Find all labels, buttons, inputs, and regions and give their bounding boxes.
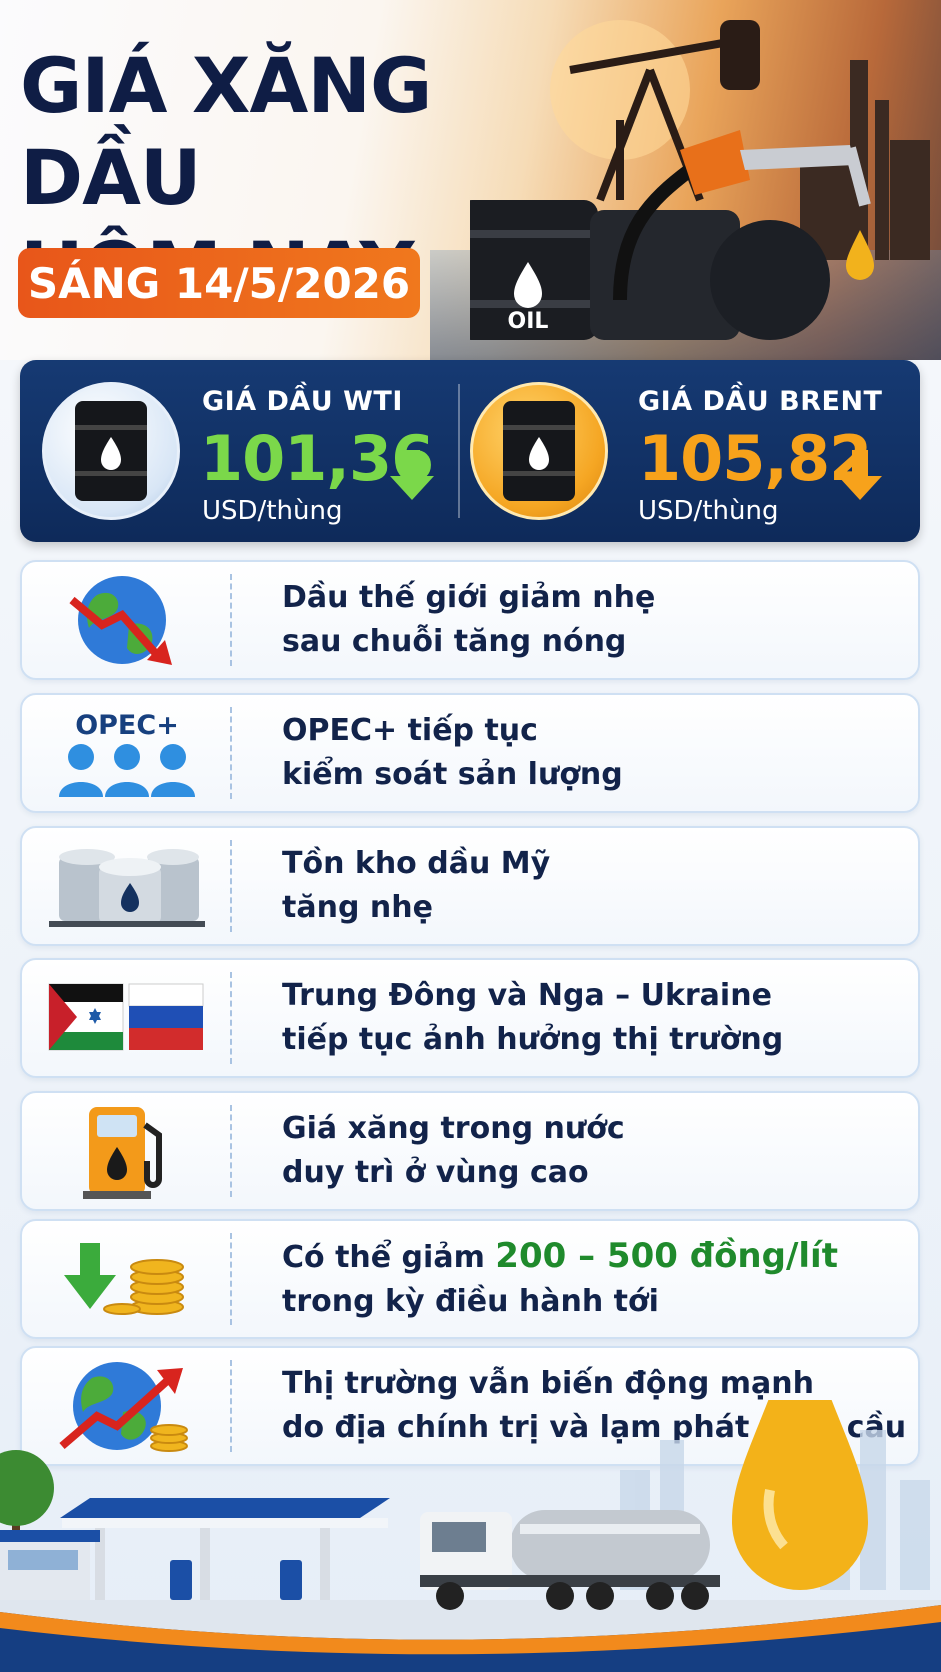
card-separator bbox=[230, 840, 232, 932]
brent-unit: USD/thùng bbox=[638, 496, 779, 526]
oil-price-panel: GIÁ DẦU WTI 101,36 USD/thùng GIÁ DẦU BRE… bbox=[20, 360, 920, 542]
wti-label: GIÁ DẦU WTI bbox=[202, 386, 403, 417]
oil-drop-icon bbox=[732, 1400, 868, 1590]
news-line-2: sau chuỗi tăng nóng bbox=[282, 624, 627, 659]
brent-down-arrow-icon bbox=[838, 450, 882, 500]
card-separator bbox=[230, 707, 232, 799]
globe-down-trend-icon bbox=[32, 568, 222, 672]
news-line-2: tiếp tục ảnh hưởng thị trường bbox=[282, 1022, 784, 1057]
opec-icon-label: OPEC+ bbox=[75, 709, 179, 741]
news-card-6: Có thể giảm 200 – 500 đồng/lít trong kỳ … bbox=[20, 1219, 920, 1339]
flags-icon bbox=[32, 966, 222, 1070]
card-separator bbox=[230, 1105, 232, 1197]
hero-banner: OIL GIÁ XĂNG DẦU HÔM NAY SÁNG 14/5/2026 bbox=[0, 0, 941, 360]
russia-flag-icon bbox=[128, 983, 204, 1050]
wti-down-arrow-icon bbox=[390, 450, 434, 500]
news-text: Tồn kho dầu Mỹ tăng nhẹ bbox=[282, 828, 912, 944]
brent-value: 105,82 bbox=[638, 422, 872, 495]
news-card-1: Dầu thế giới giảm nhẹ sau chuỗi tăng nón… bbox=[20, 560, 920, 680]
news-line-2: trong kỳ điều hành tới bbox=[282, 1284, 659, 1319]
oil-rig-illustration: OIL bbox=[470, 20, 930, 340]
wti-barrel-icon bbox=[42, 382, 180, 520]
news-line-1: Dầu thế giới giảm nhẹ bbox=[282, 580, 656, 615]
news-line-2: duy trì ở vùng cao bbox=[282, 1155, 589, 1190]
news-text: Có thể giảm 200 – 500 đồng/lít trong kỳ … bbox=[282, 1221, 912, 1337]
brent-barrel-icon bbox=[470, 382, 608, 520]
brent-price-block: GIÁ DẦU BRENT 105,82 USD/thùng bbox=[460, 360, 920, 542]
opec-people-icon: OPEC+ bbox=[32, 701, 222, 805]
oil-tanks-icon bbox=[32, 834, 222, 938]
middle-east-flag-icon bbox=[48, 983, 124, 1051]
gas-station-icon bbox=[0, 1498, 390, 1608]
price-drop-highlight: 200 – 500 đồng/lít bbox=[495, 1236, 838, 1276]
date-badge: SÁNG 14/5/2026 bbox=[18, 248, 420, 318]
news-text: Dầu thế giới giảm nhẹ sau chuỗi tăng nón… bbox=[282, 562, 912, 678]
news-card-3: Tồn kho dầu Mỹ tăng nhẹ bbox=[20, 826, 920, 946]
news-card-5: Giá xăng trong nước duy trì ở vùng cao bbox=[20, 1091, 920, 1211]
brent-label: GIÁ DẦU BRENT bbox=[638, 386, 883, 417]
card-separator bbox=[230, 574, 232, 666]
news-line-1: OPEC+ tiếp tục bbox=[282, 713, 538, 748]
news-line-1: Tồn kho dầu Mỹ bbox=[282, 846, 551, 881]
wti-price-block: GIÁ DẦU WTI 101,36 USD/thùng bbox=[20, 360, 458, 542]
news-line-2: kiểm soát sản lượng bbox=[282, 757, 623, 792]
footer-illustration bbox=[0, 1400, 941, 1672]
card-separator bbox=[230, 1233, 232, 1325]
news-text: OPEC+ tiếp tục kiểm soát sản lượng bbox=[282, 695, 912, 811]
tanker-truck-icon bbox=[420, 1510, 720, 1610]
news-text: Giá xăng trong nước duy trì ở vùng cao bbox=[282, 1093, 912, 1209]
news-line-1: Trung Đông và Nga – Ukraine bbox=[282, 978, 772, 1013]
down-arrow-coins-icon bbox=[32, 1227, 222, 1331]
news-line-1: Giá xăng trong nước bbox=[282, 1111, 625, 1146]
news-card-4: Trung Đông và Nga – Ukraine tiếp tục ảnh… bbox=[20, 958, 920, 1078]
news-text: Trung Đông và Nga – Ukraine tiếp tục ảnh… bbox=[282, 960, 912, 1076]
card-separator bbox=[230, 972, 232, 1064]
title-line-1: GIÁ XĂNG DẦU bbox=[20, 41, 432, 222]
wti-unit: USD/thùng bbox=[202, 496, 343, 526]
fuel-pump-icon bbox=[32, 1099, 222, 1203]
news-card-2: OPEC+ OPEC+ tiếp tục kiểm soát sản lượng bbox=[20, 693, 920, 813]
news-line-1: Có thể giảm 200 – 500 đồng/lít bbox=[282, 1234, 912, 1280]
news-line-2: tăng nhẹ bbox=[282, 890, 433, 925]
news-line-1-prefix: Có thể giảm bbox=[282, 1240, 496, 1275]
